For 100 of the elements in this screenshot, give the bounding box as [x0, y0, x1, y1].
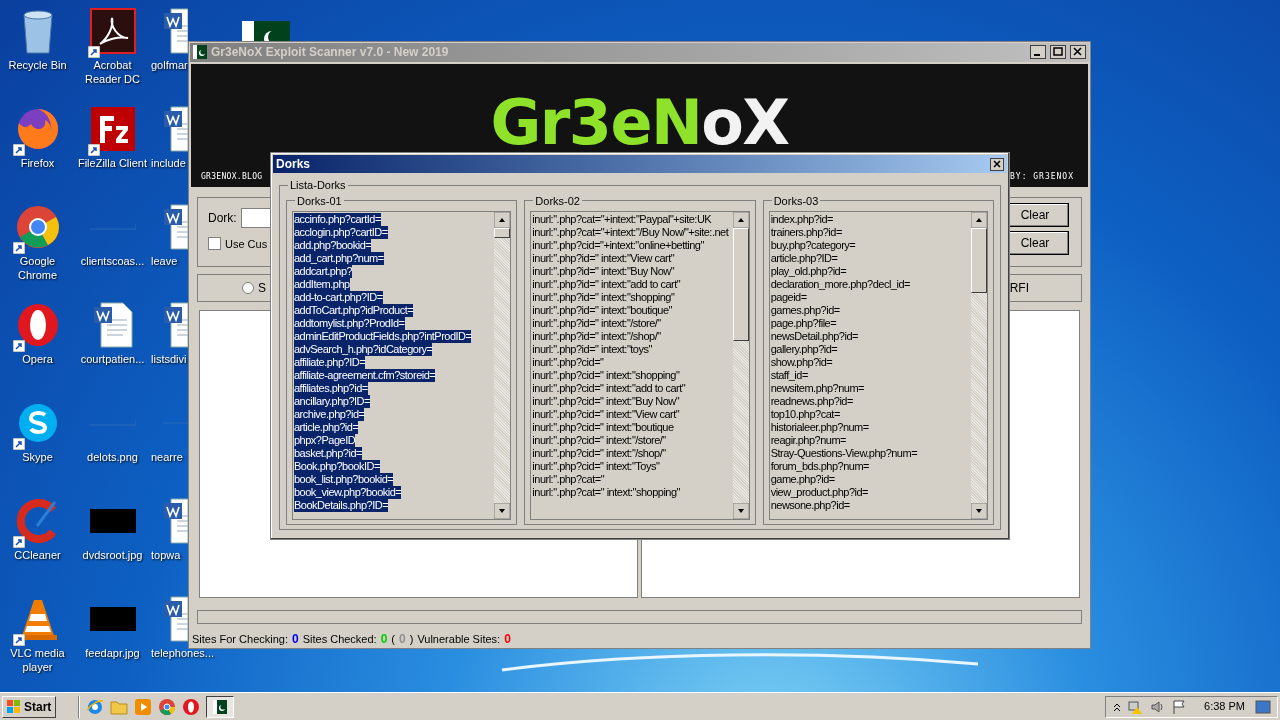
desktop-icon-label[interactable]: Firefox [20, 156, 55, 170]
dork-entry[interactable]: view_product.php?id= [770, 486, 868, 499]
dork-entry[interactable]: historialeer.php?num= [770, 421, 869, 434]
desktop-icon-label[interactable]: feedapr.jpg [85, 646, 140, 660]
dork-entry[interactable]: inurl:".php?cid=" intext:"shopping" [532, 369, 680, 382]
dork-entry[interactable]: inurl:".php?cid=" intext:"Toys" [532, 460, 660, 473]
desktop-icon-label[interactable]: clientscoas... [80, 254, 145, 268]
dork-entry[interactable]: inurl:".php?cat="+intext:"Paypal"+site:UK [532, 213, 712, 226]
radio-button[interactable] [242, 281, 254, 294]
desktop-icon-label[interactable]: telephones... [151, 646, 214, 660]
dork-entry[interactable]: forum_bds.php?num= [770, 460, 869, 473]
dork-entry[interactable]: addToCart.php?idProduct= [294, 304, 414, 317]
dork-entry[interactable]: index.php?id= [770, 213, 833, 226]
dork-entry[interactable]: newsDetail.php?id= [770, 330, 858, 343]
scrollbar[interactable] [971, 212, 987, 519]
dork-entry[interactable]: trainers.php?id= [770, 226, 842, 239]
dork-entry[interactable]: inurl:".php?cid=" intext:"boutique [532, 421, 674, 434]
desktop-icon-label[interactable]: nearre [151, 450, 183, 464]
scrollbar[interactable] [732, 212, 749, 519]
dork-entry[interactable]: add.php?bookid= [294, 239, 372, 252]
close-icon[interactable] [1070, 45, 1086, 60]
dork-entry[interactable]: inurl:".php?id=" intext:"add to cart" [532, 278, 681, 291]
scroll-up-icon[interactable] [494, 212, 511, 228]
desktop-icon-label[interactable]: listsdivi [151, 352, 187, 366]
desktop-icon-label[interactable]: FileZilla Client [77, 156, 148, 170]
scroll-down-icon[interactable] [494, 503, 511, 519]
checkbox[interactable] [208, 237, 221, 251]
dork-entry[interactable]: inurl:".php?cat=" [532, 473, 605, 486]
dork-entry[interactable]: inurl:".php?cid="+intext:"online+betting" [532, 239, 704, 252]
dork-entry[interactable]: inurl:".php?id=" intext:"View cart" [532, 252, 675, 265]
dork-entry[interactable]: addItem.php [294, 278, 350, 291]
desktop-icon-label[interactable]: delots.png [87, 450, 138, 464]
dork-entry[interactable]: inurl:".php?cat="+intext:"/Buy Now/"+site:.net [532, 226, 729, 239]
show-desktop-icon[interactable] [1255, 698, 1271, 715]
dork-entry[interactable]: top10.php?cat= [770, 408, 840, 421]
dork-entry[interactable]: add-to-cart.php?ID= [294, 291, 383, 304]
dork-entry[interactable]: inurl:".php?cid=" [532, 356, 604, 369]
dork-entry[interactable]: newsone.php?id= [770, 499, 850, 512]
desktop-icon-label[interactable]: topwa [151, 548, 181, 562]
dork-entry[interactable]: reagir.php?num= [770, 434, 847, 447]
dork-entry[interactable]: inurl:".php?cid=" intext:"View cart" [532, 408, 680, 421]
dork-entry[interactable]: addtomylist.php?ProdId= [294, 317, 405, 330]
dork-entry[interactable]: gallery.php?id= [770, 343, 838, 356]
dork-entry[interactable]: inurl:".php?id=" intext:"/shop/" [532, 330, 661, 343]
dork-entry[interactable]: inurl:".php?cat=" intext:"shopping" [532, 486, 680, 499]
dork-entry[interactable]: page.php?file= [770, 317, 837, 330]
dork-entry[interactable]: phpx?PageID [294, 434, 356, 447]
dork-entry[interactable]: affiliate-agreement.cfm?storeid= [294, 369, 436, 382]
ring-o-icon[interactable] [182, 697, 201, 716]
dork-entry[interactable]: basket.php?id= [294, 447, 362, 460]
desktop-icon-label[interactable]: CCleaner [14, 548, 61, 562]
desktop-icon-label[interactable]: include [151, 156, 186, 170]
desktop-icon-label[interactable]: Google Chrome [0, 254, 75, 282]
dork-entry[interactable]: inurl:".php?id=" intext:"shopping" [532, 291, 675, 304]
desktop-icon-label[interactable]: VLC media player [0, 646, 75, 674]
dork-entry[interactable]: inurl:".php?cid=" intext:"/store/" [532, 434, 666, 447]
dork-entry[interactable]: book_list.php?bookid= [294, 473, 394, 486]
dork-entry[interactable]: declaration_more.php?decl_id= [770, 278, 910, 291]
dork-entry[interactable]: inurl:".php?id=" intext:"boutique" [532, 304, 672, 317]
globe-e-icon[interactable] [86, 697, 105, 716]
dork-entry[interactable]: accinfo.php?cartId= [294, 213, 381, 226]
dork-entry[interactable]: Book.php?bookID= [294, 460, 380, 473]
dork-entry[interactable]: games.php?id= [770, 304, 840, 317]
dork-entry[interactable]: ancillary.php?ID= [294, 395, 370, 408]
dork-entry[interactable]: buy.php?category= [770, 239, 856, 252]
dork-entry[interactable]: add_cart.php?num= [294, 252, 384, 265]
maximize-icon[interactable] [1050, 45, 1066, 60]
dork-entry[interactable]: inurl:".php?cid=" intext:"/shop/" [532, 447, 666, 460]
desktop-icon-label[interactable]: Opera [22, 352, 53, 366]
desktop-icon-label[interactable]: leave [151, 254, 178, 268]
dork-entry[interactable]: inurl:".php?id=" intext:"/store/" [532, 317, 661, 330]
scroll-down-icon[interactable] [971, 503, 987, 519]
dork-entry[interactable]: affiliate.php?ID= [294, 356, 366, 369]
scroll-down-icon[interactable] [732, 503, 749, 519]
dork-entry[interactable]: article.php?ID= [770, 252, 838, 265]
flag-icon[interactable] [1172, 698, 1187, 715]
dork-entry[interactable]: newsitem.php?num= [770, 382, 864, 395]
dork-entry[interactable]: show.php?id= [770, 356, 833, 369]
dork-entry[interactable]: inurl:".php?cid=" intext:"Buy Now" [532, 395, 680, 408]
desktop-icon-label[interactable]: golfmar [151, 58, 188, 72]
dork-entry[interactable]: inurl:".php?id=" intext:"Buy Now" [532, 265, 675, 278]
taskbar-app-button[interactable] [206, 695, 235, 718]
dork-entry[interactable]: inurl:".php?id=" intext:"toys" [532, 343, 652, 356]
scroll-up-icon[interactable] [732, 212, 749, 228]
chrome-ball-icon[interactable] [158, 697, 177, 716]
dork-entry[interactable]: inurl:".php?cid=" intext:"add to cart" [532, 382, 686, 395]
dork-entry[interactable]: Stray-Questions-View.php?num= [770, 447, 918, 460]
desktop-icon-label[interactable]: Acrobat Reader DC [75, 58, 150, 86]
dork-entry[interactable]: play_old.php?id= [770, 265, 847, 278]
dork-entry[interactable]: game.php?id= [770, 473, 835, 486]
desktop-icon-label[interactable]: dvdsroot.jpg [82, 548, 143, 562]
scroll-thumb[interactable] [494, 228, 511, 238]
dork-entry[interactable]: staff_id= [770, 369, 808, 382]
dork-entry[interactable]: readnews.php?id= [770, 395, 853, 408]
dork-entry[interactable]: acclogin.php?cartID= [294, 226, 388, 239]
scroll-up-icon[interactable] [971, 212, 987, 228]
dork-entry[interactable]: affiliates.php?id= [294, 382, 368, 395]
scrollbar[interactable] [494, 212, 511, 519]
desktop-icon-label[interactable]: Recycle Bin [8, 58, 67, 72]
dork-entry[interactable]: book_view.php?bookid= [294, 486, 402, 499]
